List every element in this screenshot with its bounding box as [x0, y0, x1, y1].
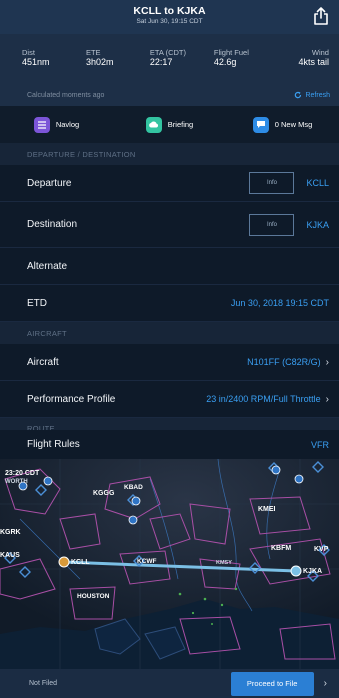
chevron-right-icon[interactable]: ›: [324, 678, 327, 689]
action-bar: Navlog Briefing 0 New Msg: [0, 106, 339, 143]
briefing-button[interactable]: Briefing: [113, 106, 226, 143]
flight-rules-value: VFR: [311, 439, 329, 450]
aircraft-row[interactable]: Aircraft N101FF (C82R/G) ›: [0, 344, 339, 381]
map-canvas[interactable]: 23:20 CDT WORTH KGGG KBAD KMEI KCLL KJKA…: [0, 459, 339, 669]
map-place-houston: HOUSTON: [77, 593, 110, 600]
map-place-kcll: KCLL: [71, 559, 90, 566]
stat-label: ETA (CDT): [149, 48, 187, 57]
destination-label: Destination: [27, 219, 78, 230]
stat-value: 451nm: [22, 57, 50, 67]
stat-distance: Dist 451nm: [22, 48, 86, 84]
etd-value: Jun 30, 2018 19:15 CDT: [230, 298, 329, 308]
performance-profile-label: Performance Profile: [27, 393, 116, 405]
cloud-icon: [145, 116, 162, 133]
map-place-kbad: KBAD: [124, 484, 143, 491]
refresh-icon: [295, 91, 302, 99]
stat-label: Wind: [311, 48, 329, 57]
map-place-worth: WORTH: [5, 479, 28, 485]
map-place-kmsy: KMSY: [216, 560, 232, 566]
destination-value: KJKA: [306, 219, 329, 230]
map-place-kjka: KJKA: [303, 568, 322, 575]
performance-profile-value: 23 in/2400 RPM/Full Throttle: [206, 394, 321, 404]
messages-label: 0 New Msg: [274, 120, 313, 129]
stat-value: 42.6g: [213, 57, 237, 67]
map-time-label: 23:20 CDT: [5, 470, 40, 477]
departure-info-button[interactable]: Info: [249, 172, 295, 194]
section-departure-destination: DEPARTURE / DESTINATION: [0, 143, 339, 165]
stat-wind: Wind 4kts tail: [278, 48, 329, 84]
alternate-row[interactable]: Alternate: [0, 248, 339, 285]
stat-ete: ETE 3h02m: [86, 48, 150, 84]
map-place-kmei: KMEI: [258, 506, 276, 513]
aircraft-label: Aircraft: [27, 356, 59, 368]
stat-value: 22:17: [149, 57, 173, 67]
map-place-kgrk: KGRK: [0, 529, 21, 536]
performance-profile-row[interactable]: Performance Profile 23 in/2400 RPM/Full …: [0, 381, 339, 418]
departure-label: Departure: [27, 177, 72, 189]
destination-marker[interactable]: [290, 565, 302, 577]
flight-stats: Dist 451nm ETE 3h02m ETA (CDT) 22:17 Fli…: [0, 34, 339, 84]
message-icon: [252, 116, 269, 133]
map-place-kvp: KVP: [314, 546, 329, 553]
route-map[interactable]: 23:20 CDT WORTH KGGG KBAD KMEI KCLL KJKA…: [0, 459, 339, 669]
navlog-icon: [33, 116, 50, 133]
stat-label: Flight Fuel: [213, 48, 249, 57]
etd-row[interactable]: ETD Jun 30, 2018 19:15 CDT: [0, 285, 339, 322]
chevron-right-icon: ›: [325, 393, 329, 405]
messages-button[interactable]: 0 New Msg: [226, 106, 339, 143]
flight-rules-row[interactable]: Flight Rules VFR: [0, 430, 339, 459]
destination-row[interactable]: Destination Info KJKA: [0, 202, 339, 248]
aircraft-value: N101FF (C82R/G): [247, 357, 321, 367]
navlog-label: Navlog: [55, 120, 80, 129]
destination-info-button[interactable]: Info: [249, 213, 295, 236]
section-aircraft: AIRCRAFT: [0, 322, 339, 344]
stat-label: ETE: [85, 48, 101, 57]
map-place-kbfm: KBFM: [271, 545, 291, 552]
alternate-label: Alternate: [27, 260, 68, 272]
stat-flight-fuel: Flight Fuel 42.6g: [214, 48, 278, 84]
departure-value: KCLL: [306, 178, 329, 188]
departure-row[interactable]: Departure Info KCLL: [0, 165, 339, 202]
stat-label: Dist: [22, 48, 35, 57]
route-header: KCLL to KJKA Sat Jun 30, 19:15 CDT: [0, 0, 339, 34]
calculation-status-bar: Calculated moments ago Refresh: [0, 84, 339, 106]
briefing-label: Briefing: [167, 120, 194, 129]
etd-label: ETD: [27, 297, 47, 309]
share-icon[interactable]: [313, 7, 329, 25]
map-place-kaus: KAUS: [0, 552, 20, 559]
map-place-kcwf: KCWF: [137, 558, 157, 565]
refresh-button[interactable]: Refresh: [294, 91, 330, 99]
proceed-to-file-button[interactable]: Proceed to File: [230, 671, 314, 696]
filing-footer: Not Filed Proceed to File ›: [0, 669, 339, 698]
departure-marker[interactable]: [58, 556, 70, 568]
calculated-text: Calculated moments ago: [27, 91, 105, 99]
stat-value: 3h02m: [85, 57, 114, 67]
route-title: KCLL to KJKA: [133, 5, 206, 17]
route-subtitle: Sat Jun 30, 19:15 CDT: [136, 18, 203, 25]
flight-rules-label: Flight Rules: [27, 439, 80, 450]
refresh-label: Refresh: [305, 91, 330, 99]
stat-value: 4kts tail: [298, 57, 329, 67]
stat-eta: ETA (CDT) 22:17: [150, 48, 214, 84]
map-place-kggg: KGGG: [93, 490, 115, 497]
chevron-right-icon: ›: [325, 356, 329, 368]
navlog-button[interactable]: Navlog: [0, 106, 113, 143]
filing-status: Not Filed: [29, 680, 58, 687]
